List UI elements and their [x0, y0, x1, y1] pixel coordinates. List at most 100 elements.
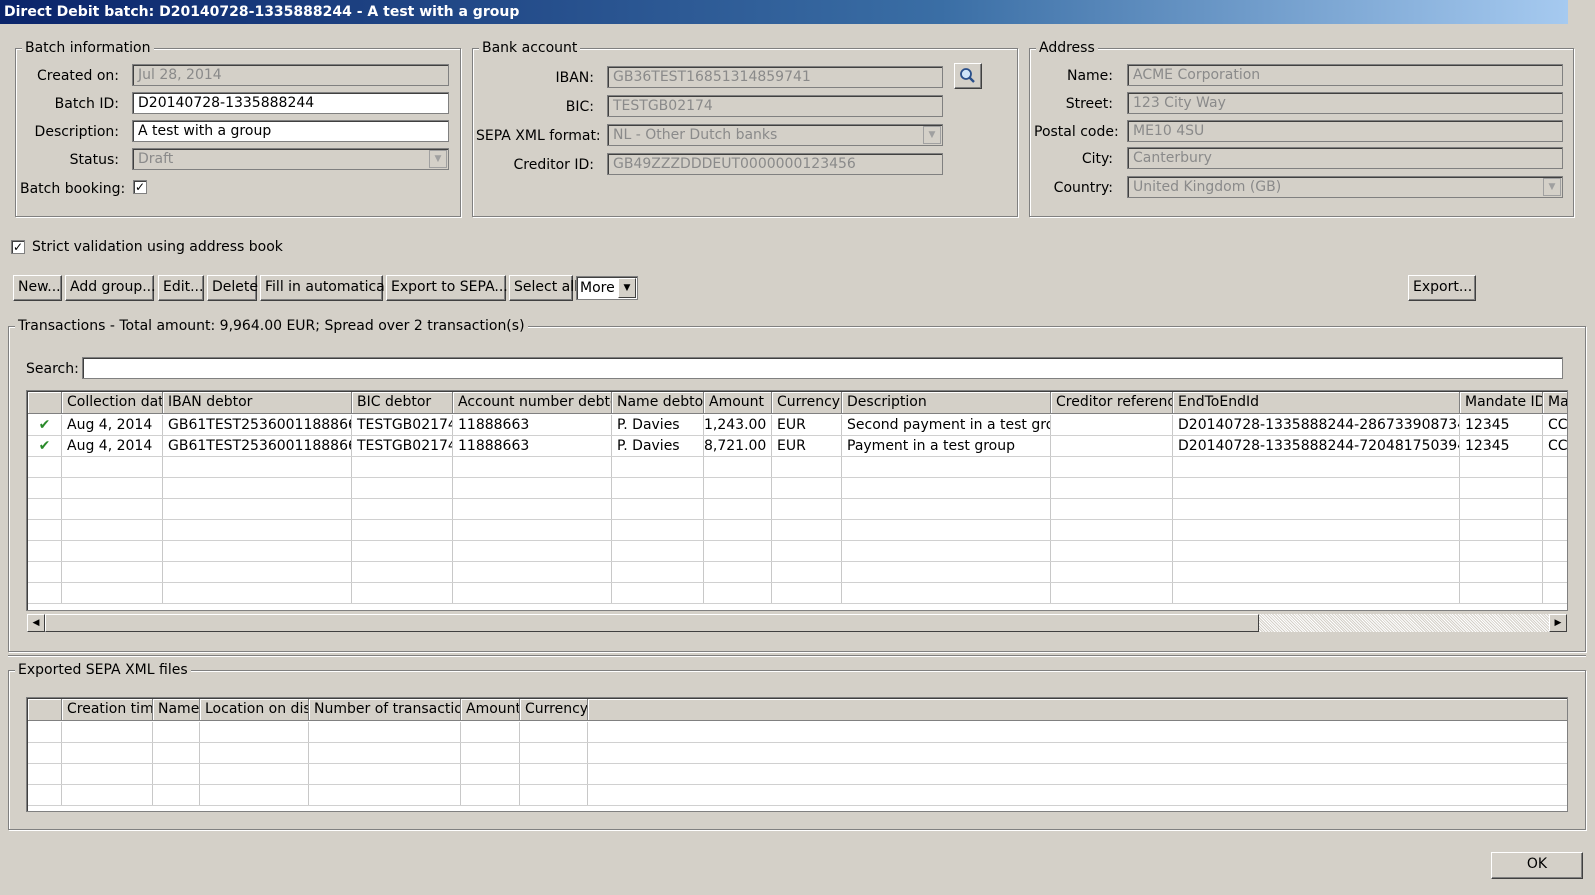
export-button[interactable]: Export...: [1408, 275, 1476, 301]
column-header[interactable]: [588, 699, 1567, 720]
iban-label: IBAN:: [555, 70, 595, 86]
column-header[interactable]: [28, 699, 62, 720]
table-row[interactable]: [28, 457, 1567, 478]
transactions-hscrollbar[interactable]: ◀ ▶: [27, 614, 1567, 632]
table-row[interactable]: [28, 478, 1567, 499]
table-row[interactable]: [28, 562, 1567, 583]
edit-button[interactable]: Edit...: [158, 275, 204, 301]
name-field: ACME Corporation: [1127, 64, 1563, 86]
batch-id-input[interactable]: D20140728-1335888244: [132, 92, 449, 114]
table-row[interactable]: [28, 743, 1567, 764]
table-row[interactable]: [28, 764, 1567, 785]
column-header[interactable]: Amount: [461, 699, 520, 720]
street-field: 123 City Way: [1127, 92, 1563, 114]
fill-automatically-button[interactable]: Fill in automatically: [260, 275, 401, 301]
export-to-sepa-button[interactable]: Export to SEPA...: [386, 275, 508, 301]
table-row[interactable]: [28, 583, 1567, 604]
batch-booking-label: Batch booking:: [20, 181, 126, 197]
column-header[interactable]: Location on disk: [200, 699, 309, 720]
table-cell: [704, 541, 772, 561]
table-cell: [62, 457, 163, 477]
table-cell: [612, 583, 704, 603]
table-row[interactable]: [28, 785, 1567, 806]
table-cell: [1543, 562, 1567, 582]
table-cell: 12345: [1460, 415, 1543, 435]
table-cell: [200, 743, 309, 763]
table-cell: [704, 478, 772, 498]
select-all-button[interactable]: Select all: [509, 275, 578, 301]
table-cell: [612, 520, 704, 540]
table-cell: [28, 764, 62, 784]
status-select[interactable]: Draft ▼: [132, 148, 449, 170]
column-header[interactable]: Amount: [704, 392, 772, 413]
column-header[interactable]: Creation time: [62, 699, 153, 720]
table-cell: [1460, 457, 1543, 477]
column-header[interactable]: Name: [153, 699, 200, 720]
table-cell: [28, 722, 62, 742]
table-row[interactable]: [28, 541, 1567, 562]
status-label: Status:: [69, 152, 119, 168]
table-cell: [1173, 520, 1460, 540]
table-cell: [588, 743, 1567, 763]
status-icon: [28, 478, 62, 498]
table-row[interactable]: [28, 520, 1567, 541]
column-header[interactable]: Currency: [520, 699, 588, 720]
column-header[interactable]: Mandate ID: [1460, 392, 1543, 413]
table-cell: [1173, 562, 1460, 582]
status-icon: ✔: [28, 415, 62, 435]
iban-lookup-button[interactable]: [954, 63, 982, 89]
column-header[interactable]: [28, 392, 62, 413]
table-cell: [842, 562, 1051, 582]
strict-validation-checkbox[interactable]: ✓: [11, 240, 25, 254]
table-cell: [1051, 499, 1173, 519]
delete-button[interactable]: Delete: [207, 275, 258, 301]
scroll-left-button[interactable]: ◀: [27, 614, 45, 632]
table-cell: [772, 520, 842, 540]
column-header[interactable]: Number of transactions: [309, 699, 461, 720]
table-cell: [453, 478, 612, 498]
column-header[interactable]: Description: [842, 392, 1051, 413]
country-select[interactable]: United Kingdom (GB) ▼: [1127, 176, 1563, 198]
table-cell: [1460, 499, 1543, 519]
sepa-format-select[interactable]: NL - Other Dutch banks ▼: [607, 124, 943, 146]
table-cell: [62, 743, 153, 763]
table-cell: [612, 499, 704, 519]
scroll-thumb[interactable]: [45, 614, 1259, 632]
splitter[interactable]: [8, 655, 1586, 657]
table-row[interactable]: ✔ Aug 4, 2014 GB61TEST25360011888663 TESTGB…: [28, 415, 1567, 436]
table-cell: [1051, 520, 1173, 540]
column-header[interactable]: Name debtor: [612, 392, 704, 413]
new-button[interactable]: New...: [13, 275, 62, 301]
more-select[interactable]: More ▼: [576, 276, 638, 300]
add-group-button[interactable]: Add group...: [65, 275, 156, 301]
description-input[interactable]: A test with a group: [132, 120, 449, 142]
column-header[interactable]: Collection date: [62, 392, 163, 413]
table-cell: [842, 478, 1051, 498]
table-row[interactable]: ✔ Aug 4, 2014 GB61TEST25360011888663 TESTGB…: [28, 436, 1567, 457]
column-header[interactable]: Ma: [1543, 392, 1567, 413]
search-input[interactable]: [82, 357, 1563, 379]
column-header[interactable]: EndToEndId: [1173, 392, 1460, 413]
column-header[interactable]: Currency: [772, 392, 842, 413]
table-cell: [352, 478, 453, 498]
postal-code-field: ME10 4SU: [1127, 120, 1563, 142]
table-row[interactable]: [28, 499, 1567, 520]
table-cell: TESTGB02174: [352, 415, 453, 435]
table-cell: [1543, 499, 1567, 519]
column-header[interactable]: Creditor reference: [1051, 392, 1173, 413]
batch-booking-checkbox[interactable]: ✓: [133, 180, 147, 194]
table-cell: [62, 785, 153, 805]
column-header[interactable]: BIC debtor: [352, 392, 453, 413]
scroll-right-button[interactable]: ▶: [1549, 614, 1567, 632]
status-value: Draft: [138, 151, 174, 167]
table-cell: [520, 785, 588, 805]
table-cell: P. Davies: [612, 436, 704, 456]
column-header[interactable]: IBAN debtor: [163, 392, 352, 413]
table-row[interactable]: [28, 722, 1567, 743]
column-header[interactable]: Account number debtor: [453, 392, 612, 413]
ok-button[interactable]: OK: [1491, 852, 1583, 879]
table-cell: 12345: [1460, 436, 1543, 456]
table-cell: [772, 457, 842, 477]
table-cell: CC: [1543, 436, 1567, 456]
sepa-format-value: NL - Other Dutch banks: [613, 127, 778, 143]
